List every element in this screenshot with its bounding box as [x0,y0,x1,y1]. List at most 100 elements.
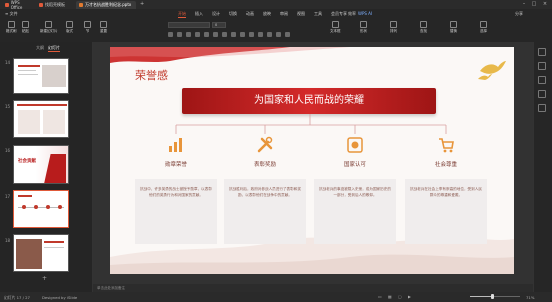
format-icon[interactable] [240,32,245,37]
menu-item[interactable]: 动画 [246,10,254,17]
menu-item[interactable]: 切换 [229,10,237,17]
minimize-icon[interactable]: – [520,1,528,8]
format-icon[interactable] [249,32,254,37]
theme-name: Designed by iSlide [42,295,78,300]
menu-item[interactable]: 会员专享 [331,10,347,17]
format-icon[interactable] [231,32,236,37]
slide-number: 18 [5,238,11,243]
slide-thumb-14[interactable] [13,58,69,94]
ribbon-icon [331,21,339,28]
ribbon-icon [360,21,367,28]
wps-ai-button[interactable]: WPS AI [358,10,372,17]
ribbon-button-label: 新建幻灯片 [40,29,58,33]
format-icon[interactable] [168,32,173,37]
add-slide-button[interactable]: + [42,275,47,282]
ribbon-button[interactable]: 粘贴 [22,21,29,34]
format-icon[interactable] [186,32,191,37]
share-button[interactable]: 分享 [515,10,523,17]
template-icon [39,3,43,7]
design-icon[interactable] [538,76,546,84]
notes-area[interactable]: 单击此处添加备注 [93,284,533,292]
new-tab-button[interactable]: + [140,1,144,7]
view-normal-icon[interactable]: ▭ [378,294,382,299]
animation-icon[interactable] [538,62,546,70]
property-icon[interactable] [538,48,546,56]
font-name-field[interactable] [168,22,210,28]
format-icon[interactable] [177,32,182,37]
tab-outline[interactable]: 大纲 [36,45,44,51]
format-icon[interactable] [276,32,281,37]
menu-item[interactable]: 工具 [314,10,322,17]
menu-item[interactable]: 放映 [263,10,271,17]
chart-bars-icon [169,138,182,152]
tab-document[interactable]: 万才名抗战胜利纪念.pptx [76,1,136,9]
slide-number: 16 [5,148,11,153]
ribbon-icon [45,21,53,28]
zoom-slider[interactable] [470,294,520,299]
tab-wps-office[interactable]: WPS Office [2,0,34,10]
card-title: 表彰奖励 [253,162,276,168]
status-bar: 幻灯片 17 / 27 Designed by iSlide ▭ ▦ ▢ ▶ 7… [0,292,552,302]
format-icon[interactable] [195,32,200,37]
ribbon-button-label: 替换 [450,29,457,33]
tab-template[interactable]: 找稻壳模板 [36,1,74,9]
menu-item[interactable]: 插入 [195,10,203,17]
ribbon-icon [7,21,15,28]
menu-bar [0,9,552,18]
slide-number: 14 [5,60,11,65]
format-icon[interactable] [258,32,263,37]
play-icon[interactable]: ▶ [408,294,411,299]
ribbon-button[interactable]: 形状 [360,21,367,34]
ribbon-icon [84,21,91,28]
ribbon-button[interactable]: 排列 [390,21,397,34]
close-icon[interactable]: × [541,1,549,8]
menu-item[interactable]: 效率 [348,10,356,17]
ribbon-icon [390,21,397,28]
slide-thumb-18[interactable] [13,234,69,272]
ribbon-button[interactable]: 替换 [450,21,457,34]
tab-slides[interactable]: 幻灯片 [48,45,60,52]
maximize-icon[interactable]: □ [530,1,538,8]
ribbon-button-label: 重置 [100,29,107,33]
file-menu[interactable]: ≡ 文件 [5,10,18,17]
format-icon[interactable] [285,32,290,37]
ribbon-button-label: 粘贴 [22,29,29,33]
ribbon-button[interactable]: 版式 [66,21,73,34]
font-size-field[interactable]: 0 [212,22,226,28]
view-reading-icon[interactable]: ▢ [398,294,402,299]
slide-thumb-15[interactable] [13,100,69,138]
ribbon-button[interactable]: 选择 [480,21,487,34]
ribbon-button-label: 选择 [480,29,487,33]
format-icon[interactable] [213,32,218,37]
slide-heading: 荣誉感 [135,69,168,82]
format-icon[interactable] [222,32,227,37]
ribbon-button-label: 格式刷 [6,29,17,33]
format-icon[interactable] [267,32,272,37]
slide-thumb-16[interactable]: 社会贡献 [13,145,69,184]
menu-item[interactable]: 开始 [178,10,186,18]
ribbon-button[interactable]: 格式刷 [6,21,17,34]
slide-thumb-17[interactable] [13,190,69,228]
ribbon-button-label: 查找 [420,29,427,33]
tab-label: 万才名抗战胜利纪念.pptx [85,2,132,7]
ribbon-button[interactable]: 新建幻灯片 [40,21,58,34]
zoom-slider-handle[interactable] [491,294,494,299]
ribbon-button[interactable]: 文本框 [330,21,341,34]
format-icon[interactable] [204,32,209,37]
ribbon-button[interactable]: 节 [84,21,91,34]
zoom-level[interactable]: 71% [526,295,534,300]
ribbon-button-label: 形状 [360,29,367,33]
settings-icon[interactable] [538,104,546,112]
slide[interactable]: 荣誉感 为国家和人民而战的荣耀 勋章荣誉 表彰奖励 国家认可 社会尊重 抗战中，… [110,47,514,274]
banner-text: 为国家和人民而战的荣耀 [254,95,364,106]
view-sorter-icon[interactable]: ▦ [388,294,392,299]
tab-label: 找稻壳模板 [45,2,65,7]
menu-item[interactable]: 视图 [297,10,305,17]
ribbon-button[interactable]: 重置 [100,21,107,34]
ribbon-button[interactable]: 查找 [420,21,427,34]
menu-item[interactable]: 设计 [212,10,220,17]
ribbon-icon [420,21,427,28]
menu-item[interactable]: 审阅 [280,10,288,17]
comment-icon[interactable] [538,90,546,98]
tools-icon [257,136,273,153]
